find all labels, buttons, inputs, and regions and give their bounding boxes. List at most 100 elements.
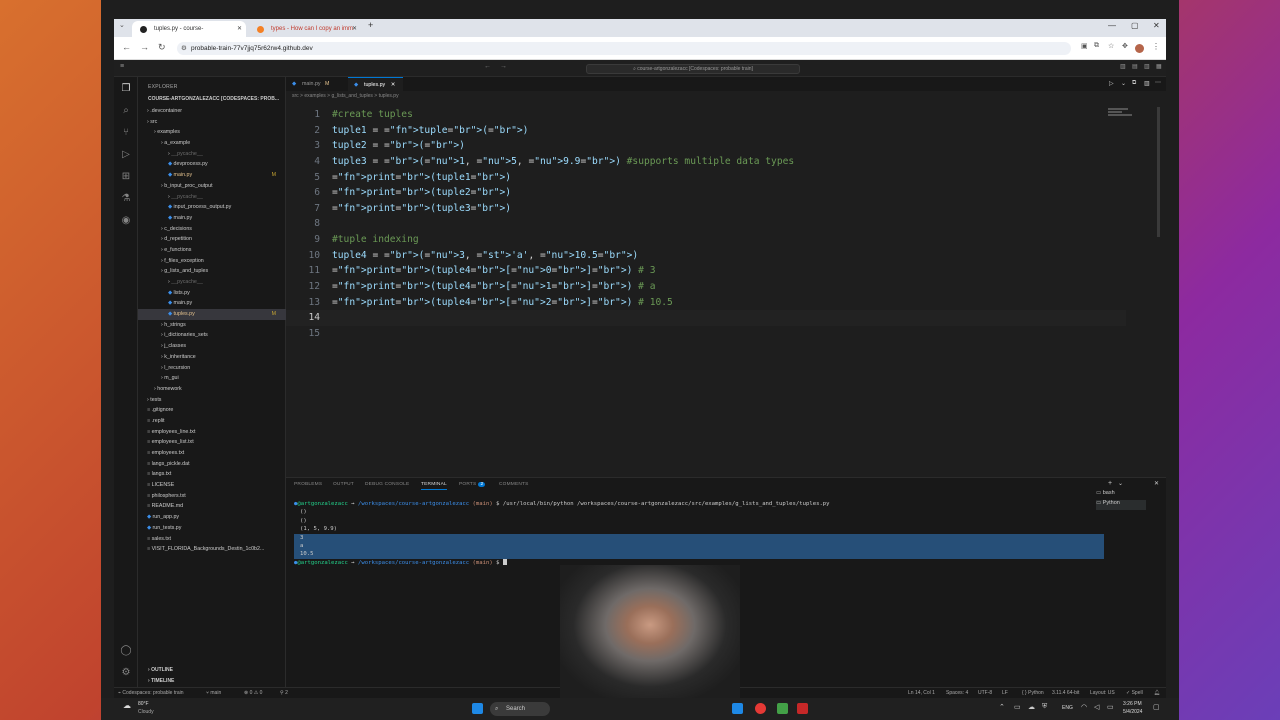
end-of-line[interactable]: LF	[1002, 688, 1008, 698]
code-line[interactable]: 10 tuple4 = ="br">(="nu">3, ="st">'a', ="…	[286, 248, 1126, 264]
manage-gear-icon[interactable]: ⚙	[120, 667, 132, 679]
browser-tab-tuples[interactable]: tuples.py - course-artgonzalezacc ✕	[132, 21, 246, 48]
tree-item[interactable]: ≡ LICENSE	[138, 480, 286, 491]
tree-item[interactable]: › .devcontainer	[138, 106, 286, 117]
tab-list-chevron-icon[interactable]: ⌄	[119, 21, 125, 29]
search-icon[interactable]: ⌕	[120, 105, 132, 117]
tree-item[interactable]: › j_classes	[138, 341, 286, 352]
toggle-sidebar-icon[interactable]: ▥	[1120, 63, 1126, 70]
file-explorer-icon[interactable]	[732, 703, 743, 714]
terminal-item-bash[interactable]: ▭ bash	[1096, 490, 1146, 500]
tray-shield-icon[interactable]: ⛨	[1042, 703, 1047, 711]
extensions-icon[interactable]: ⊞	[120, 171, 132, 183]
profile-avatar[interactable]	[1135, 44, 1144, 53]
app-icon-red[interactable]	[797, 703, 808, 714]
tree-item[interactable]: ≡ langs.txt	[138, 469, 286, 480]
wifi-icon[interactable]: ◠	[1081, 703, 1087, 711]
minimize-icon[interactable]: —	[1108, 21, 1116, 30]
tree-item[interactable]: ≡ .replit	[138, 416, 286, 427]
bookmark-star-icon[interactable]: ☆	[1108, 42, 1114, 50]
tree-item[interactable]: › __pycache__	[138, 149, 286, 160]
new-tab-plus-icon[interactable]: +	[368, 20, 373, 30]
open-changes-icon[interactable]: ⧉	[1132, 80, 1136, 87]
spell-check[interactable]: ✓ Spell	[1126, 688, 1143, 698]
code-line[interactable]: 9 #tuple indexing	[286, 232, 1126, 248]
extensions-icon[interactable]: ✥	[1122, 42, 1128, 50]
outline-section[interactable]: › OUTLINE	[148, 667, 173, 673]
forward-arrow-icon[interactable]: →	[140, 42, 149, 52]
chrome-icon[interactable]	[755, 703, 766, 714]
tree-item[interactable]: ≡ employees_line.txt	[138, 427, 286, 438]
run-file-icon[interactable]: ▷	[1109, 80, 1114, 87]
tree-item[interactable]: ◆ main.py	[138, 213, 286, 224]
code-editor[interactable]: 1 #create tuples 2 tuple1 = ="fn">tuple="br…	[286, 107, 1126, 342]
tree-item[interactable]: ≡ employees.txt	[138, 448, 286, 459]
tree-item[interactable]: › homework	[138, 384, 286, 395]
remote-indicator[interactable]: ⌁ Codespaces: probable train	[118, 688, 184, 698]
close-panel-icon[interactable]: ✕	[1154, 480, 1159, 487]
code-line[interactable]: 1 #create tuples	[286, 107, 1126, 123]
terminal-item-python[interactable]: ▭ Python	[1096, 500, 1146, 510]
minimap[interactable]	[1108, 107, 1148, 127]
tray-app-icon[interactable]: ▭	[1014, 703, 1021, 711]
code-line[interactable]: 4 tuple3 = ="br">(="nu">1, ="nu">5, ="nu"…	[286, 154, 1126, 170]
tree-item[interactable]: ≡ philosphers.txt	[138, 491, 286, 502]
python-interpreter[interactable]: 3.11.4 64-bit	[1052, 688, 1079, 698]
tree-item[interactable]: › d_repetition	[138, 234, 286, 245]
testing-icon[interactable]: ⚗	[120, 193, 132, 205]
remote-explorer-icon[interactable]: ◉	[120, 215, 132, 227]
command-center[interactable]: ⌕ course-artgonzalezacc [Codespaces: pro…	[586, 64, 800, 74]
notifications-bell-icon[interactable]: 🔔︎	[1154, 688, 1160, 698]
code-line[interactable]: 6 ="fn">print="br">(tuple2="br">)	[286, 185, 1126, 201]
root-folder[interactable]: COURSE-ARTGONZALEZACC [CODESPACES: PROB.…	[148, 96, 283, 102]
nav-back-icon[interactable]: ←	[484, 63, 491, 70]
volume-icon[interactable]: ◁	[1094, 703, 1099, 711]
code-line[interactable]: 8	[286, 216, 1126, 232]
tree-item[interactable]: ≡ .gitignore	[138, 405, 286, 416]
cast-icon[interactable]: ⧉	[1094, 42, 1099, 50]
new-terminal-plus-icon[interactable]: +	[1108, 480, 1112, 487]
tree-item[interactable]: › __pycache__	[138, 277, 286, 288]
tree-item[interactable]: › h_strings	[138, 320, 286, 331]
code-line[interactable]: 7 ="fn">print="br">(tuple3="br">)	[286, 201, 1126, 217]
back-arrow-icon[interactable]: ←	[122, 42, 131, 52]
tab-problems[interactable]: PROBLEMS	[294, 482, 322, 487]
close-tab-icon[interactable]: ✕	[352, 21, 357, 37]
cursor-position[interactable]: Ln 14, Col 1	[908, 688, 935, 698]
code-line[interactable]: 15	[286, 326, 1126, 342]
tree-item[interactable]: › examples	[138, 127, 286, 138]
indentation[interactable]: Spaces: 4	[946, 688, 968, 698]
tree-item[interactable]: ≡ README.md	[138, 501, 286, 512]
problems-indicator[interactable]: ⊗ 0 ⚠ 0	[244, 688, 262, 698]
tree-item[interactable]: › g_lists_and_tuples	[138, 266, 286, 277]
ports-indicator[interactable]: ⚲ 2	[280, 688, 288, 698]
address-bar-input[interactable]: ⚙ probable-train-77v7jjq75r62rw4.github.…	[177, 42, 1071, 55]
breadcrumb[interactable]: src > examples > g_lists_and_tuples > tu…	[292, 93, 399, 99]
install-app-icon[interactable]: ▣	[1081, 42, 1088, 50]
toggle-panel-icon[interactable]: ▤	[1132, 63, 1138, 70]
tab-comments[interactable]: COMMENTS	[499, 482, 529, 487]
tree-item[interactable]: ≡ employees_list.txt	[138, 437, 286, 448]
tree-item[interactable]: ≡ langs_pickle.dat	[138, 459, 286, 470]
customize-layout-icon[interactable]: ▦	[1156, 63, 1162, 70]
taskbar-search[interactable]: ⌕ Search	[490, 702, 550, 716]
run-debug-icon[interactable]: ▷	[120, 149, 132, 161]
timeline-section[interactable]: › TIMELINE	[148, 678, 174, 684]
code-line[interactable]: 2 tuple1 = ="fn">tuple="br">(="br">)	[286, 123, 1126, 139]
close-window-icon[interactable]: ✕	[1153, 21, 1160, 30]
code-line[interactable]: 11 ="fn">print="br">(tuple4="br">[="nu">0…	[286, 263, 1126, 279]
tab-output[interactable]: OUTPUT	[333, 482, 354, 487]
terminal-output[interactable]: ●@artgonzalezacc → /workspaces/course-ar…	[294, 500, 1104, 567]
tree-item[interactable]: ◆ main.py	[138, 298, 286, 309]
notification-icon[interactable]: ▢	[1153, 703, 1160, 711]
close-tab-icon[interactable]: ✕	[391, 82, 395, 88]
code-line[interactable]: 5 ="fn">print="br">(tuple1="br">)	[286, 170, 1126, 186]
accounts-icon[interactable]: ◯	[120, 645, 132, 657]
branch-indicator[interactable]: ⑂ main	[206, 688, 221, 698]
weather-temp[interactable]: 80°F	[138, 701, 149, 707]
tree-item[interactable]: ◆ tuples.py M	[138, 309, 286, 320]
code-line[interactable]: 14	[286, 310, 1126, 326]
terminal-dropdown-icon[interactable]: ⌄	[1118, 480, 1123, 487]
tray-cloud-icon[interactable]: ☁	[1028, 703, 1035, 711]
tree-item[interactable]: ◆ devprocess.py	[138, 159, 286, 170]
